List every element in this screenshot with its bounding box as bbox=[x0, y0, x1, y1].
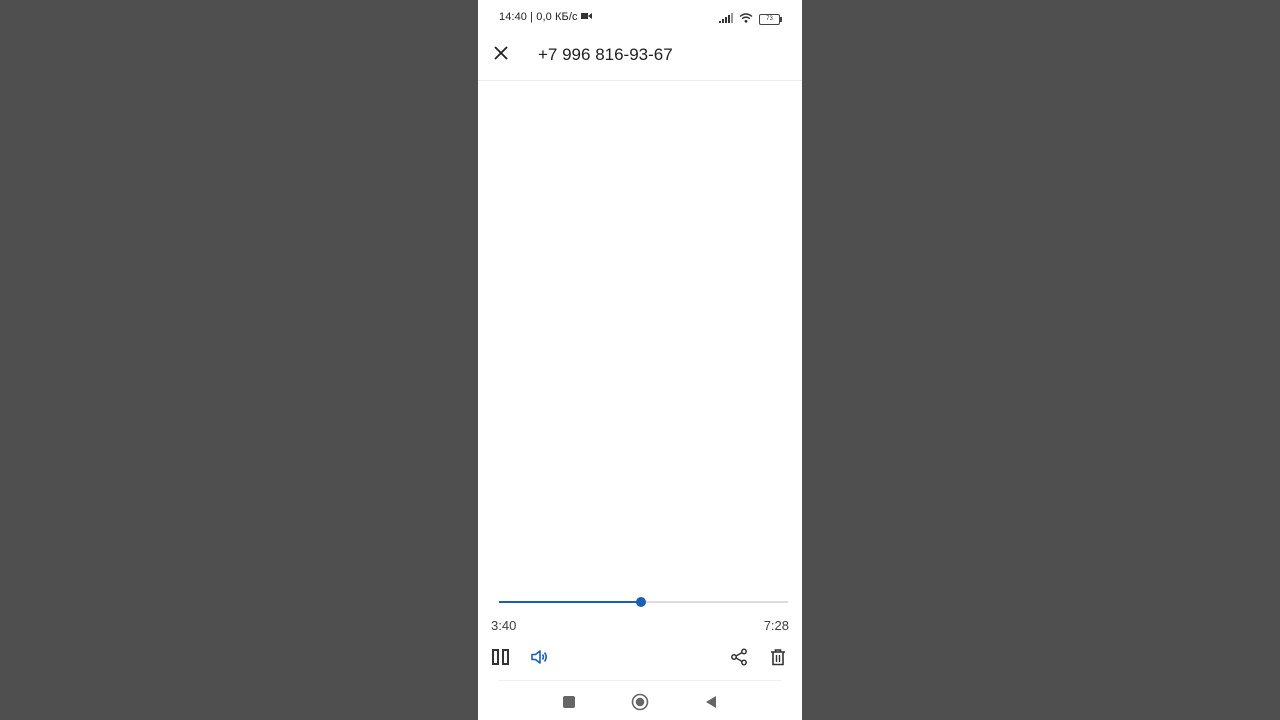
back-icon bbox=[706, 696, 716, 708]
nav-divider bbox=[498, 680, 782, 681]
status-right: 73 bbox=[719, 10, 782, 28]
player-controls bbox=[478, 643, 802, 671]
share-icon bbox=[731, 648, 747, 666]
video-camera-icon bbox=[580, 11, 592, 23]
home-button[interactable] bbox=[628, 690, 652, 714]
home-icon bbox=[631, 693, 649, 711]
pause-icon bbox=[492, 649, 509, 665]
seek-progress bbox=[499, 601, 641, 603]
elapsed-time: 3:40 bbox=[491, 618, 517, 633]
status-time-speed: 14:40 | 0,0 КБ/с bbox=[499, 11, 578, 23]
battery-icon: 73 bbox=[759, 13, 782, 25]
phone-screen: 14:40 | 0,0 КБ/с 73 +7 996 816-93-67 3:4… bbox=[478, 0, 802, 720]
close-button[interactable] bbox=[490, 42, 512, 64]
page-title: +7 996 816-93-67 bbox=[538, 45, 673, 64]
status-left: 14:40 | 0,0 КБ/с bbox=[499, 11, 592, 23]
seek-bar[interactable] bbox=[499, 597, 788, 607]
signal-icon bbox=[719, 10, 733, 28]
recents-icon bbox=[563, 696, 575, 708]
delete-button[interactable] bbox=[764, 643, 792, 671]
navigation-bar bbox=[478, 684, 802, 720]
speaker-icon bbox=[531, 650, 547, 664]
recents-button[interactable] bbox=[557, 690, 581, 714]
wifi-icon bbox=[739, 10, 753, 28]
status-bar: 14:40 | 0,0 КБ/с 73 bbox=[478, 0, 802, 36]
back-button[interactable] bbox=[699, 690, 723, 714]
pause-button[interactable] bbox=[487, 643, 515, 671]
speaker-button[interactable] bbox=[526, 643, 554, 671]
total-time: 7:28 bbox=[763, 618, 789, 633]
seek-thumb[interactable] bbox=[635, 597, 646, 607]
share-button[interactable] bbox=[725, 643, 753, 671]
app-bar: +7 996 816-93-67 bbox=[478, 36, 802, 81]
close-icon bbox=[494, 46, 508, 60]
delete-icon bbox=[771, 649, 785, 666]
